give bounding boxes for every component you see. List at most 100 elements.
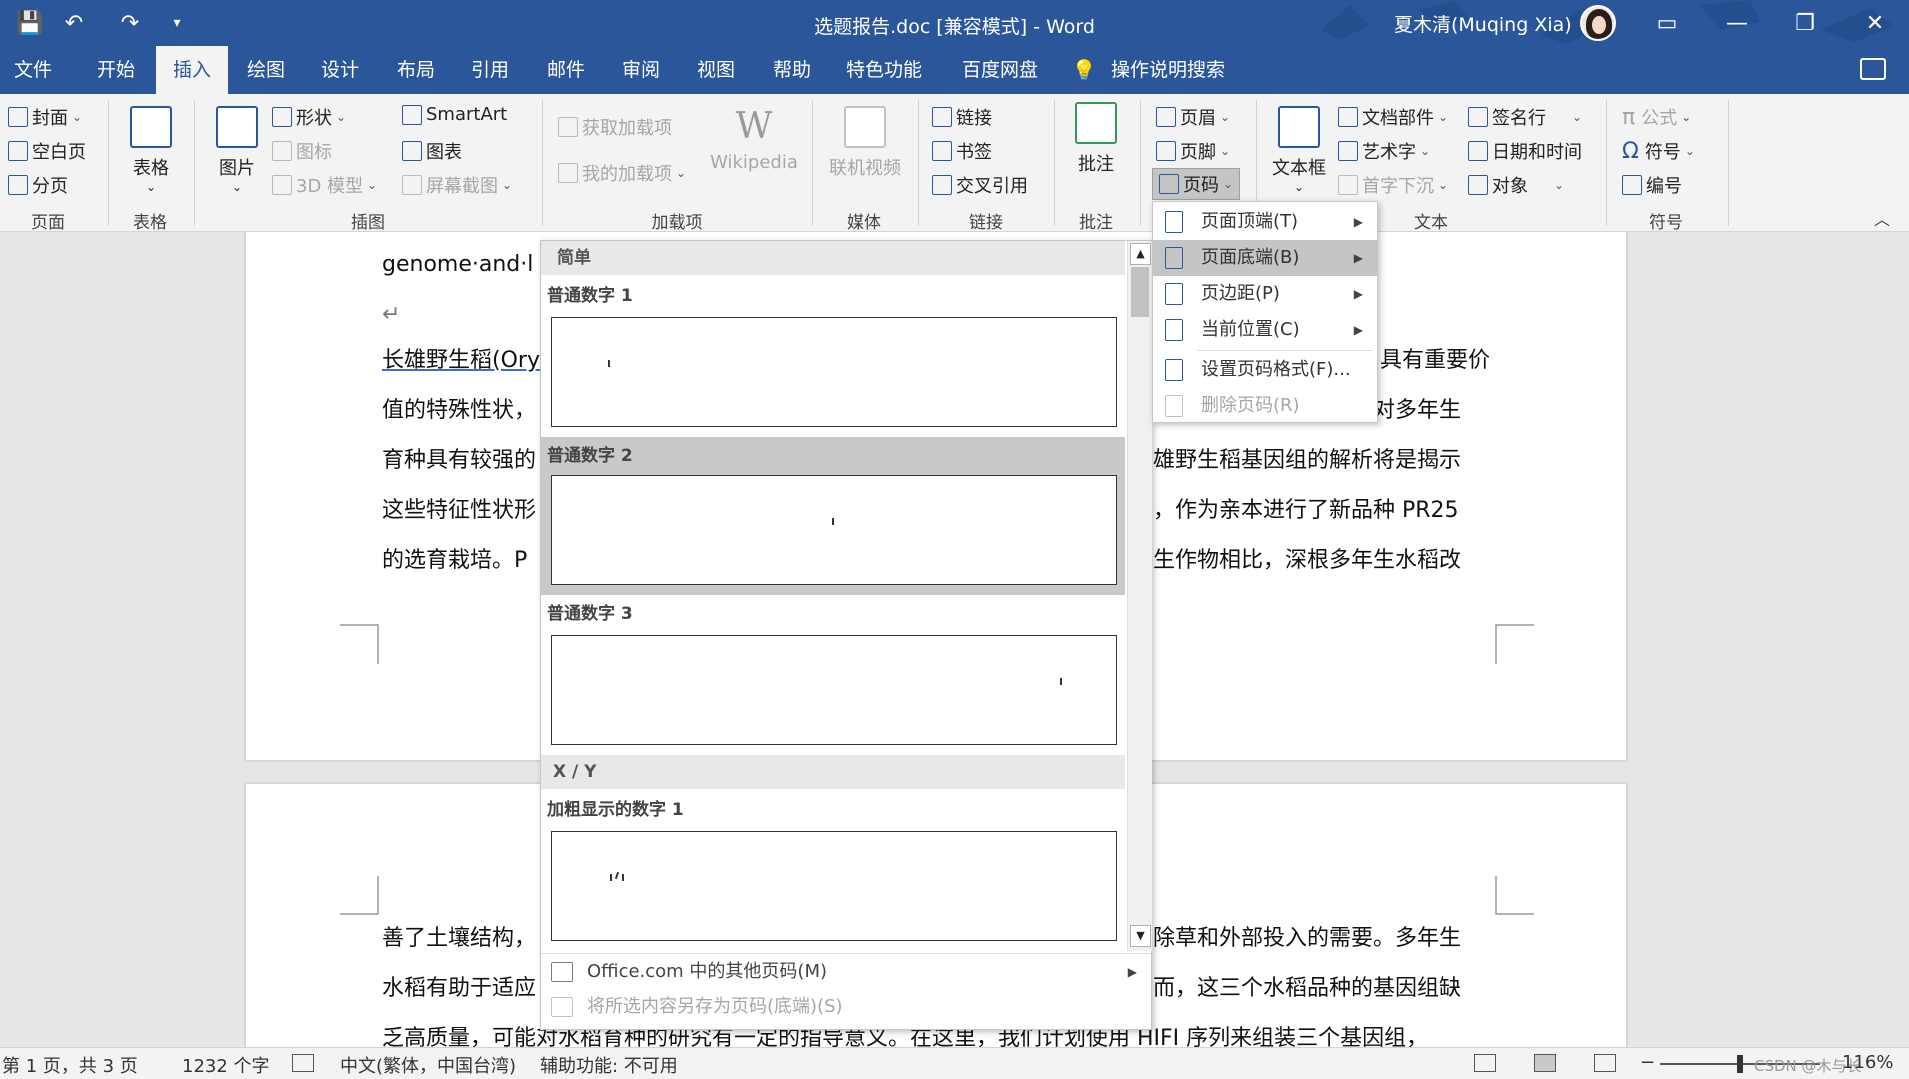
screenshot-button[interactable]: 屏幕截图 ⌄ [402, 172, 512, 198]
print-layout-icon[interactable] [1534, 1054, 1556, 1072]
my-addins-label: 我的加载项 [582, 164, 672, 185]
zoom-level[interactable]: 116% [1842, 1052, 1893, 1073]
language[interactable]: 中文(繁体，中国台湾) [340, 1052, 516, 1078]
gallery-item-plain-number-3[interactable] [551, 635, 1117, 745]
bookmark-button[interactable]: 书签 [932, 138, 992, 164]
group-label-addins: 加载项 [651, 213, 703, 233]
pi-icon: π [1622, 104, 1636, 130]
minimize-button[interactable]: — [1702, 0, 1772, 46]
drop-cap-button[interactable]: 首字下沉 ⌄ [1338, 172, 1448, 198]
user-name[interactable]: 夏木清(Muqing Xia) [1394, 10, 1572, 37]
accessibility-status[interactable]: 辅助功能: 不可用 [540, 1052, 678, 1078]
zoom-slider-thumb[interactable] [1737, 1055, 1743, 1073]
scroll-down-arrow-icon[interactable]: ▼ [1130, 925, 1151, 947]
tab-file[interactable]: 文件 [0, 46, 66, 94]
comments-icon[interactable] [1860, 58, 1886, 80]
text-box-button[interactable]: 文本框 ⌄ [1268, 106, 1330, 194]
more-page-numbers-item[interactable]: Office.com 中的其他页码(M) ▶ [541, 953, 1151, 989]
menu-item-current-position[interactable]: 当前位置(C) ▶ [1153, 312, 1377, 348]
quick-parts-button[interactable]: 文档部件 ⌄ [1338, 104, 1448, 130]
new-comment-button[interactable]: 批注 [1068, 102, 1124, 176]
object-icon [1468, 175, 1488, 195]
table-label: 表格 [133, 158, 169, 179]
smartart-button[interactable]: SmartArt [402, 104, 507, 125]
read-mode-icon[interactable] [1474, 1054, 1496, 1072]
tab-review[interactable]: 审阅 [611, 46, 671, 94]
ribbon-display-options-icon[interactable]: ▭ [1632, 0, 1702, 46]
gallery-scrollbar[interactable]: ▲ ▼ [1127, 241, 1152, 951]
tab-features[interactable]: 特色功能 [836, 46, 932, 94]
tab-mailings[interactable]: 邮件 [536, 46, 596, 94]
chart-button[interactable]: 图表 [402, 138, 462, 164]
zoom-out-icon[interactable]: − [1640, 1052, 1655, 1073]
picture-button[interactable]: 图片 ⌄ [212, 106, 262, 194]
gallery-item-title: 普通数字 1 [547, 286, 633, 306]
web-layout-icon[interactable] [1594, 1054, 1616, 1072]
number-button[interactable]: 编号 [1622, 172, 1682, 198]
gallery-item-bold-number-1[interactable] [551, 831, 1117, 941]
menu-item-top-of-page[interactable]: 页面顶端(T) ▶ [1153, 204, 1377, 240]
get-addins-button[interactable]: 获取加载项 [558, 114, 672, 140]
date-time-button[interactable]: 日期和时间 [1468, 138, 1582, 164]
word-count[interactable]: 1232 个字 [182, 1052, 270, 1078]
page-break-button[interactable]: 分页 [8, 172, 68, 198]
gallery-item-plain-number-1[interactable] [551, 317, 1117, 427]
close-button[interactable]: ✕ [1840, 0, 1909, 46]
scrollbar-thumb[interactable] [1131, 267, 1149, 317]
tab-design[interactable]: 设计 [310, 46, 370, 94]
tab-help[interactable]: 帮助 [762, 46, 822, 94]
symbol-button[interactable]: Ω 符号 ⌄ [1622, 138, 1695, 164]
table-button[interactable]: 表格 ⌄ [126, 106, 176, 194]
tab-insert[interactable]: 插入 [156, 46, 228, 94]
submenu-arrow-icon: ▶ [1353, 287, 1363, 301]
header-button[interactable]: 页眉 ⌄ [1156, 104, 1230, 130]
tab-baidu-netdisk[interactable]: 百度网盘 [952, 46, 1048, 94]
collapse-ribbon-icon[interactable]: ︿ [1874, 206, 1890, 230]
shapes-button[interactable]: 形状 ⌄ [272, 104, 346, 130]
menu-divider [1197, 350, 1373, 351]
cover-page-button[interactable]: 封面 ⌄ [8, 104, 82, 130]
tab-layout[interactable]: 布局 [386, 46, 446, 94]
tell-me-search[interactable]: 操作说明搜索 [1108, 46, 1228, 94]
online-video-label: 联机视频 [829, 158, 901, 179]
link-button[interactable]: 链接 [932, 104, 992, 130]
quick-parts-icon [1338, 107, 1358, 127]
footer-button[interactable]: 页脚 ⌄ [1156, 138, 1230, 164]
tab-home[interactable]: 开始 [86, 46, 146, 94]
wikipedia-button[interactable]: W Wikipedia [706, 106, 802, 173]
page-count[interactable]: 第 1 页，共 3 页 [2, 1052, 138, 1078]
doc-line: 水稻有助于适应 [382, 976, 537, 1001]
menu-item-format-page-numbers[interactable]: 设置页码格式(F)... [1153, 352, 1377, 388]
menu-item-bottom-of-page[interactable]: 页面底端(B) ▶ [1153, 240, 1377, 276]
object-button[interactable]: 对象 ⌄ [1468, 172, 1564, 198]
doc-line: 值的特殊性状， [382, 398, 537, 423]
my-addins-button[interactable]: 我的加载项 ⌄ [558, 160, 686, 186]
wordart-button[interactable]: 艺术字 ⌄ [1338, 138, 1430, 164]
3d-models-button[interactable]: 3D 模型 ⌄ [272, 172, 377, 198]
gallery-item-plain-number-2[interactable] [551, 475, 1117, 585]
comment-plus-icon [1075, 102, 1117, 144]
lightbulb-icon[interactable]: 💡 [1066, 46, 1102, 94]
menu-item-label: 当前位置(C) [1201, 319, 1300, 340]
drop-cap-icon [1338, 175, 1358, 195]
signature-line-button[interactable]: 签名行 ⌄ [1468, 104, 1582, 130]
save-selection-item[interactable]: 将所选内容另存为页码(底端)(S) [541, 989, 1151, 1025]
scroll-up-arrow-icon[interactable]: ▲ [1130, 243, 1151, 265]
blank-page-button[interactable]: 空白页 [8, 138, 86, 164]
equation-button[interactable]: π 公式 ⌄ [1622, 104, 1691, 130]
tab-draw[interactable]: 绘图 [236, 46, 296, 94]
format-page-numbers-icon [1165, 359, 1183, 381]
tab-references[interactable]: 引用 [460, 46, 520, 94]
cross-reference-button[interactable]: 交叉引用 [932, 172, 1028, 198]
menu-item-page-margins[interactable]: 页边距(P) ▶ [1153, 276, 1377, 312]
online-video-button[interactable]: 联机视频 [822, 106, 908, 180]
tab-view[interactable]: 视图 [686, 46, 746, 94]
restore-button[interactable]: ❐ [1770, 0, 1840, 46]
menu-item-remove-page-numbers[interactable]: 删除页码(R) [1153, 388, 1377, 424]
page-number-button[interactable]: 页码 ⌄ [1152, 168, 1241, 200]
gallery-item-title: 普通数字 2 [547, 446, 633, 466]
avatar[interactable] [1580, 5, 1616, 41]
icons-button[interactable]: 图标 [272, 138, 332, 164]
shapes-icon [272, 107, 292, 127]
proofing-icon[interactable] [292, 1054, 314, 1072]
